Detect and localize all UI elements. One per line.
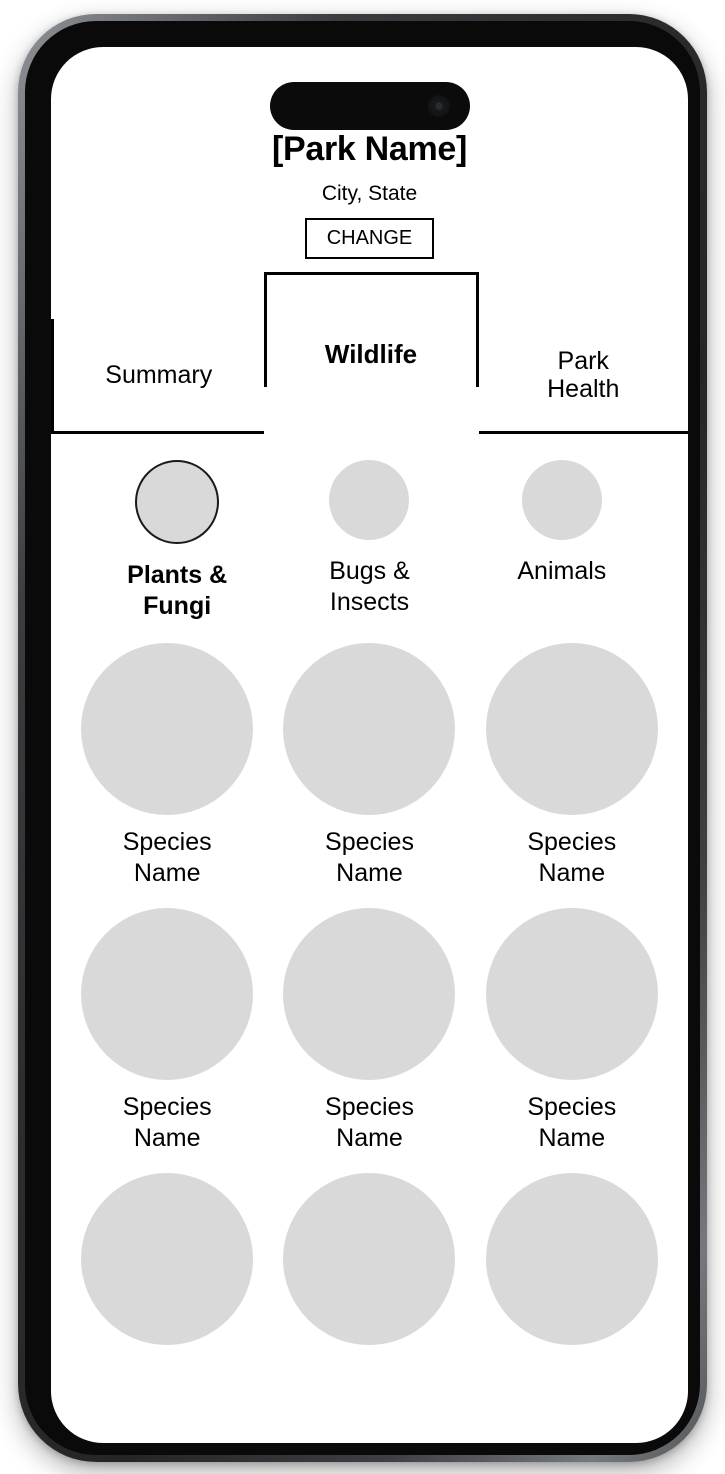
front-camera-icon (427, 95, 450, 117)
dynamic-island (269, 82, 470, 130)
category-label: Plants & Fungi (127, 561, 228, 620)
tab-park-health[interactable]: Park Health (478, 319, 688, 435)
category-thumbnail-icon (521, 460, 602, 541)
category-bugs-insects[interactable]: Bugs & Insects (273, 460, 465, 621)
page-title: [Park Name] (271, 130, 468, 168)
park-header: [Park Name] City, State CHANGE (51, 47, 688, 260)
tab-summary-label: Summary (105, 361, 213, 390)
species-name-label: Species Name (122, 828, 212, 887)
category-thumbnail-icon (135, 460, 220, 545)
species-name-label: Species Name (122, 1093, 212, 1152)
tab-park-health-label: Park Health (547, 346, 620, 404)
species-thumbnail-icon (485, 1173, 658, 1346)
species-thumbnail-icon (283, 908, 456, 1081)
species-card[interactable]: Species Name (75, 643, 259, 888)
tab-wildlife[interactable]: Wildlife (263, 272, 479, 388)
species-card[interactable]: Species Name (480, 908, 664, 1153)
species-card[interactable]: Species Name (480, 643, 664, 888)
species-name-label: Species Name (325, 1093, 414, 1152)
device-stage: [Park Name] City, State CHANGE Summary W… (0, 0, 725, 1474)
tab-wildlife-label: Wildlife (324, 339, 418, 370)
species-thumbnail-icon (81, 1173, 254, 1346)
tab-bar: Summary Wildlife Park Health (51, 272, 688, 435)
species-thumbnail-icon (485, 643, 658, 816)
category-plants-fungi[interactable]: Plants & Fungi (81, 460, 273, 621)
tab-summary[interactable]: Summary (51, 319, 264, 435)
wildlife-app: [Park Name] City, State CHANGE Summary W… (51, 47, 688, 1443)
species-name-label: Species Name (527, 1093, 617, 1152)
category-selector: Plants & Fungi Bugs & Insects Animals (51, 434, 688, 621)
species-card[interactable] (277, 1173, 461, 1357)
species-name-label: Species Name (527, 828, 617, 887)
change-location-button[interactable]: CHANGE (304, 218, 435, 260)
species-thumbnail-icon (283, 1173, 456, 1346)
phone-frame: [Park Name] City, State CHANGE Summary W… (18, 14, 707, 1462)
species-card[interactable]: Species Name (277, 908, 461, 1153)
category-label: Animals (517, 557, 607, 586)
species-thumbnail-icon (81, 908, 254, 1081)
species-card[interactable]: Species Name (75, 908, 259, 1153)
species-card[interactable] (480, 1173, 664, 1357)
app-screen: [Park Name] City, State CHANGE Summary W… (51, 47, 688, 1443)
phone-bezel: [Park Name] City, State CHANGE Summary W… (25, 21, 700, 1455)
species-thumbnail-icon (81, 643, 254, 816)
species-name-label: Species Name (325, 828, 414, 887)
park-location-label: City, State (321, 182, 418, 206)
species-thumbnail-icon (283, 643, 456, 816)
category-animals[interactable]: Animals (466, 460, 658, 621)
category-label: Bugs & Insects (329, 557, 410, 616)
species-card[interactable] (75, 1173, 259, 1357)
category-thumbnail-icon (329, 460, 410, 541)
species-card[interactable]: Species Name (277, 643, 461, 888)
species-thumbnail-icon (485, 908, 658, 1081)
species-grid: Species Name Species Name Species Name S… (51, 621, 688, 1443)
